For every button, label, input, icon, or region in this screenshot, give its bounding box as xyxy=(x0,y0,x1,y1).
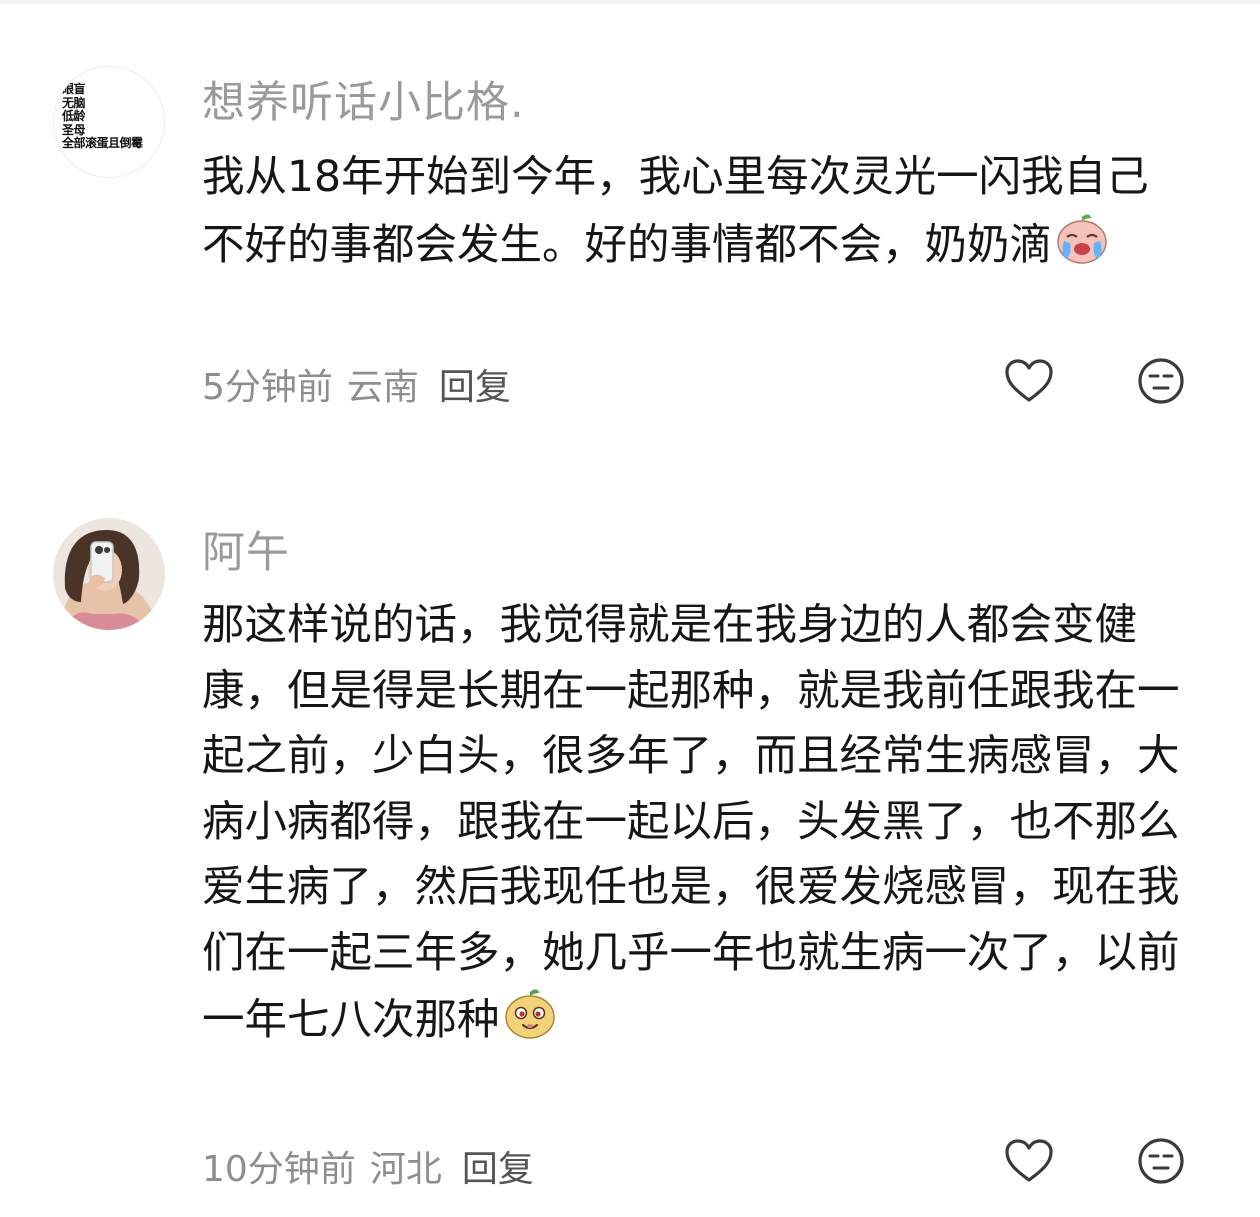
comment-location: 云南 xyxy=(346,367,419,408)
comment-text: 我从18年开始到今年，我心里每次灵光一闪我自己不好的事都会发生。好的事情都不会，… xyxy=(202,145,1187,278)
crying-face-emoji xyxy=(1057,213,1107,264)
user-photo-avatar xyxy=(53,518,165,630)
reply-button[interactable]: 回复 xyxy=(462,1149,534,1190)
comment-meta: 10分钟前 河北 回复 xyxy=(202,1140,548,1192)
top-divider xyxy=(0,0,1260,4)
comment-location: 河北 xyxy=(369,1149,442,1190)
reply-button[interactable]: 回复 xyxy=(439,367,511,408)
avatar-text: 眼盲 无脑 低龄 圣母 全部滚蛋且倒霉 xyxy=(62,82,143,151)
comment-meta: 5分钟前 云南 回复 xyxy=(202,358,525,410)
comment-time: 5分钟前 xyxy=(202,367,333,408)
heart-icon[interactable] xyxy=(1002,1134,1056,1188)
username[interactable]: 想养听话小比格. xyxy=(202,68,525,130)
username[interactable]: 阿午 xyxy=(202,518,290,580)
avatar[interactable]: 眼盲 无脑 低龄 圣母 全部滚蛋且倒霉 xyxy=(53,66,165,178)
comment-text-content: 那这样说的话，我觉得就是在我身边的人都会变健康，但是得是长期在一起那种，就是我前… xyxy=(202,601,1180,1045)
comment-text-content: 我从18年开始到今年，我心里每次灵光一闪我自己不好的事都会发生。好的事情都不会，… xyxy=(202,153,1149,270)
avatar[interactable] xyxy=(53,518,165,630)
heart-icon[interactable] xyxy=(1002,354,1056,408)
neutral-face-icon[interactable] xyxy=(1134,354,1188,408)
comment-text: 那这样说的话，我觉得就是在我身边的人都会变健康，但是得是长期在一起那种，就是我前… xyxy=(202,593,1187,1054)
comment-time: 10分钟前 xyxy=(202,1149,356,1190)
neutral-face-icon[interactable] xyxy=(1134,1134,1188,1188)
smug-face-emoji xyxy=(504,989,555,1039)
